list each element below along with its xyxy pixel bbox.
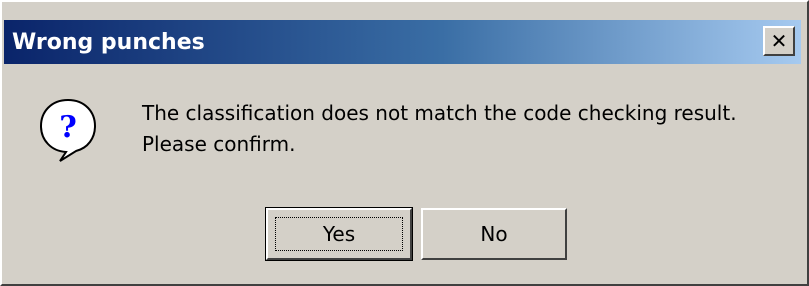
dialog-title: Wrong punches	[12, 29, 205, 55]
message-text: The classification does not match the co…	[142, 98, 802, 160]
title-bar[interactable]: Wrong punches ✕	[4, 20, 801, 64]
no-button-label: No	[480, 222, 508, 246]
close-button[interactable]: ✕	[763, 26, 795, 56]
message-line: The classification does not match the co…	[142, 101, 737, 125]
confirm-dialog: Wrong punches ✕ ? The classification doe…	[0, 0, 809, 286]
message-line: Please confirm.	[142, 132, 296, 156]
question-icon: ?	[39, 98, 97, 162]
no-button[interactable]: No	[421, 208, 567, 260]
yes-button-label: Yes	[322, 222, 356, 246]
yes-button[interactable]: Yes	[265, 207, 413, 261]
svg-text:?: ?	[59, 110, 77, 145]
close-icon: ✕	[770, 29, 788, 53]
